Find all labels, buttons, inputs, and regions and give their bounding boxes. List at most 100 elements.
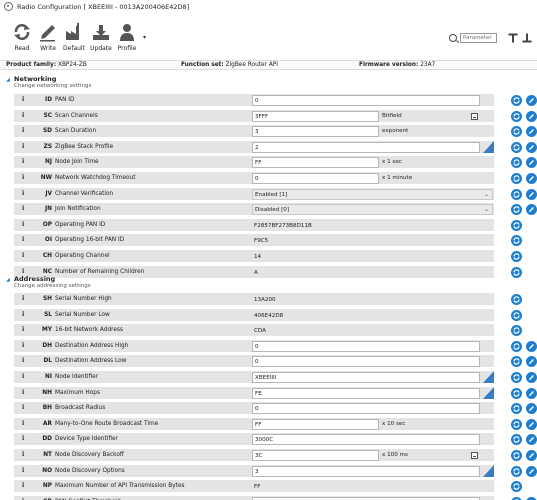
read-param-button[interactable] xyxy=(511,266,522,278)
info-icon[interactable]: i xyxy=(22,295,24,302)
write-param-button[interactable] xyxy=(526,387,537,399)
calculator-icon[interactable] xyxy=(471,452,478,459)
info-icon[interactable]: i xyxy=(22,373,24,380)
param-value[interactable]: 0 xyxy=(252,340,480,352)
info-icon[interactable]: i xyxy=(22,112,24,119)
write-param-button[interactable] xyxy=(526,403,537,415)
profile-button[interactable]: Profile xyxy=(114,20,140,54)
function-set-value: ZigBee Router API xyxy=(225,62,279,68)
info-icon[interactable]: i xyxy=(22,221,24,228)
read-param-button[interactable] xyxy=(511,188,522,200)
param-value[interactable]: Disabled [0] ⌄ xyxy=(252,204,493,216)
update-button[interactable]: Update xyxy=(88,20,114,54)
info-icon[interactable]: i xyxy=(22,342,24,349)
info-icon[interactable]: i xyxy=(22,389,24,396)
info-icon[interactable]: i xyxy=(22,404,24,411)
read-param-button[interactable] xyxy=(511,418,522,430)
info-icon[interactable]: i xyxy=(22,96,24,103)
param-value[interactable]: 3C xyxy=(252,450,379,461)
write-param-button[interactable] xyxy=(526,204,537,216)
param-value[interactable]: FF xyxy=(252,418,379,430)
info-icon[interactable]: i xyxy=(22,311,24,318)
collapse-all-icon[interactable] xyxy=(522,33,532,43)
read-param-button[interactable] xyxy=(511,356,522,368)
info-icon[interactable]: i xyxy=(22,252,24,259)
read-param-button[interactable] xyxy=(511,465,522,477)
read-param-button[interactable] xyxy=(511,157,522,169)
read-param-button[interactable] xyxy=(511,204,522,216)
read-param-button[interactable] xyxy=(511,110,522,122)
param-value[interactable]: XBEEIIII xyxy=(252,372,480,383)
read-param-button[interactable] xyxy=(511,95,522,106)
write-param-button[interactable] xyxy=(526,434,537,446)
default-button[interactable]: Default xyxy=(61,20,87,54)
read-param-button[interactable] xyxy=(511,126,522,138)
param-value[interactable]: 0 xyxy=(252,403,480,415)
read-param-button[interactable] xyxy=(511,340,522,352)
info-icon[interactable]: i xyxy=(22,236,24,243)
write-param-button[interactable] xyxy=(526,141,537,153)
read-param-button[interactable] xyxy=(511,434,522,446)
param-value[interactable]: FF xyxy=(252,157,379,169)
read-button[interactable]: Read xyxy=(9,20,35,54)
param-value[interactable]: 3 xyxy=(252,126,379,138)
parameter-search-input[interactable] xyxy=(460,33,497,43)
section-networking[interactable]: ◢ Networking Change networking settings xyxy=(6,75,306,95)
read-param-button[interactable] xyxy=(511,251,522,262)
pencil-icon xyxy=(529,160,534,166)
info-icon[interactable]: i xyxy=(22,190,24,197)
write-param-button[interactable] xyxy=(526,110,537,122)
info-icon[interactable]: i xyxy=(22,467,24,474)
expand-all-icon[interactable] xyxy=(508,33,518,43)
profile-menu-caret[interactable]: ▾ xyxy=(143,34,146,41)
info-icon[interactable]: i xyxy=(22,158,24,165)
info-icon[interactable]: i xyxy=(22,268,24,275)
write-param-button[interactable] xyxy=(526,450,537,461)
read-param-button[interactable] xyxy=(511,219,522,231)
read-param-button[interactable] xyxy=(511,403,522,415)
info-icon[interactable]: i xyxy=(22,127,24,134)
read-param-button[interactable] xyxy=(511,481,522,493)
read-param-button[interactable] xyxy=(511,141,522,153)
param-value[interactable]: 3000C xyxy=(252,434,480,446)
param-value[interactable]: 3FFF xyxy=(252,110,379,122)
param-value[interactable]: 2 xyxy=(252,141,480,153)
param-value[interactable]: Enabled [1] ⌄ xyxy=(252,188,493,200)
write-param-button[interactable] xyxy=(526,418,537,430)
write-param-button[interactable] xyxy=(526,95,537,106)
info-icon[interactable]: i xyxy=(22,205,24,212)
info-icon[interactable]: i xyxy=(22,357,24,364)
info-icon[interactable]: i xyxy=(22,435,24,442)
read-param-button[interactable] xyxy=(511,387,522,399)
write-button[interactable]: Write xyxy=(35,20,61,54)
param-value[interactable]: 0 xyxy=(252,95,480,106)
info-icon[interactable]: i xyxy=(22,326,24,333)
read-param-button[interactable] xyxy=(511,235,522,247)
read-param-button[interactable] xyxy=(511,372,522,383)
write-param-button[interactable] xyxy=(526,340,537,352)
param-value[interactable]: 3 xyxy=(252,465,480,477)
read-param-button[interactable] xyxy=(511,173,522,184)
write-param-button[interactable] xyxy=(526,465,537,477)
info-icon[interactable]: i xyxy=(22,174,24,181)
info-icon[interactable]: i xyxy=(22,482,24,489)
refresh-icon xyxy=(513,311,520,319)
write-param-button[interactable] xyxy=(526,157,537,169)
param-value[interactable]: 0 xyxy=(252,173,379,184)
read-param-button[interactable] xyxy=(511,294,522,305)
param-value[interactable]: 0 xyxy=(252,356,480,368)
write-param-button[interactable] xyxy=(526,356,537,368)
info-icon[interactable]: i xyxy=(22,420,24,427)
calculator-icon[interactable] xyxy=(471,112,478,120)
param-value[interactable]: FE xyxy=(252,387,480,399)
section-addressing[interactable]: ◢ Addressing Change addressing settings xyxy=(6,275,306,295)
info-icon[interactable]: i xyxy=(22,451,24,458)
info-icon[interactable]: i xyxy=(22,143,24,150)
write-param-button[interactable] xyxy=(526,188,537,200)
write-param-button[interactable] xyxy=(526,173,537,184)
read-param-button[interactable] xyxy=(511,309,522,321)
write-param-button[interactable] xyxy=(526,126,537,138)
write-param-button[interactable] xyxy=(526,372,537,383)
read-param-button[interactable] xyxy=(511,450,522,461)
read-param-button[interactable] xyxy=(511,325,522,337)
